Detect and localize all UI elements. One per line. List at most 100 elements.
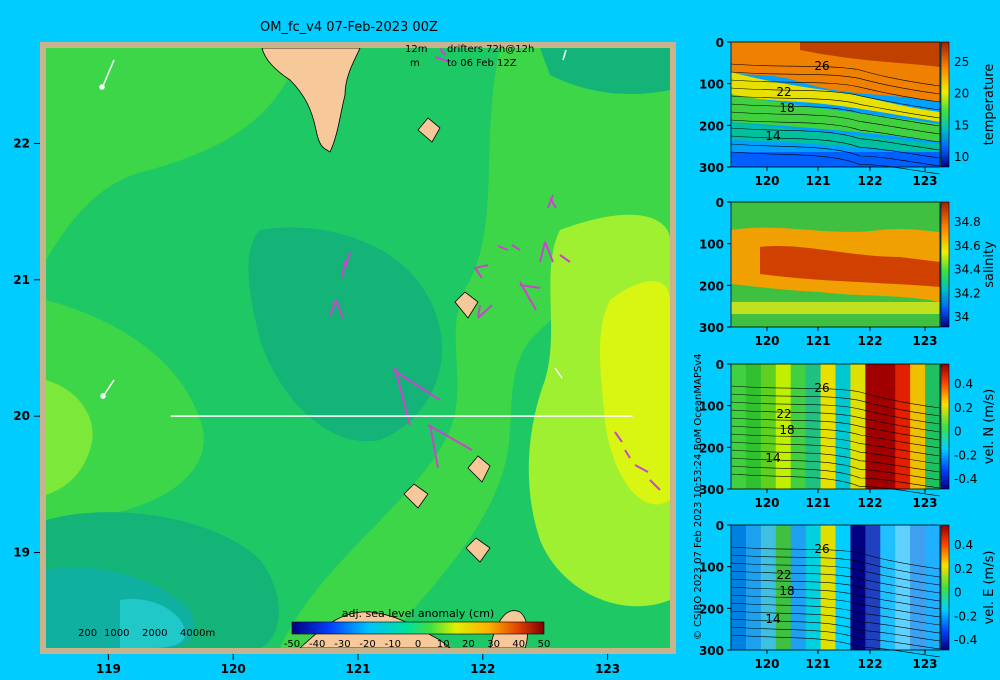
watermark-text: © CSIRO 2023 07 Feb 2023 10:53:24 BoM Oc… <box>693 353 704 641</box>
sla-colorbar-label: adj. sea level anomaly (cm) <box>342 607 494 620</box>
panel-colorbar-tick: 34.8 <box>954 215 981 229</box>
panel-colorbar-tick: 0 <box>954 586 962 600</box>
lon-tick-label: 122 <box>857 174 882 188</box>
sla-colorbar-tick: 40 <box>512 639 525 650</box>
lon-tick-label: 121 <box>805 334 830 348</box>
panel-colorbar-tick: 34.6 <box>954 239 981 253</box>
depth-tick-label: 0 <box>716 358 724 372</box>
contour-label: 22 <box>776 407 791 421</box>
drifter-legend-line1-left: 12m <box>405 44 427 55</box>
drifter-legend-line2-right: to 06 Feb 12Z <box>447 58 517 69</box>
contour-label: 14 <box>765 451 780 465</box>
sla-colorbar-tick: -30 <box>334 639 350 650</box>
panel-colorbar-tick: 0.4 <box>954 377 973 391</box>
lon-tick-label: 119 <box>96 662 121 676</box>
sla-colorbar-tick: -10 <box>385 639 401 650</box>
sla-colorbar-tick: -20 <box>359 639 375 650</box>
lon-tick-label: 123 <box>912 334 937 348</box>
panel-colorbar-tick: -0.2 <box>954 609 977 623</box>
panel-colorbar-tick: -0.2 <box>954 448 977 462</box>
contour-label: 18 <box>779 584 794 598</box>
contour-label: 26 <box>814 381 829 395</box>
lon-tick-label: 122 <box>857 334 882 348</box>
depth-tick-label: 300 <box>699 644 724 658</box>
depth-tick-label: 0 <box>716 36 724 50</box>
section-panel-velE: 262218140100200300120 121 122 1230.40.20-0.… <box>699 519 997 671</box>
panel-colorbar <box>940 363 950 490</box>
panel-colorbar <box>940 524 950 651</box>
contour-label: 22 <box>776 568 791 582</box>
panel-colorbar <box>940 41 950 168</box>
lon-tick-label: 121 <box>805 657 830 671</box>
contour-label: 18 <box>779 101 794 115</box>
lon-tick-label: 121 <box>345 662 370 676</box>
section-panel-temperature: 26 22 18 14 0 100 200 300 120 121 122 123 25 20 15 10 te… <box>699 36 997 188</box>
panel-colorbar-tick: 10 <box>954 150 969 164</box>
panel-ylabel: temperature <box>982 64 997 146</box>
depth-legend-item: 2000 <box>142 628 167 639</box>
lon-tick-label: 123 <box>912 657 937 671</box>
lat-tick-label: 22 <box>13 136 30 150</box>
contour-label: 26 <box>814 59 829 73</box>
contour-label: 14 <box>765 129 780 143</box>
sea-level-map <box>46 48 670 648</box>
panel-colorbar-tick: -0.4 <box>954 633 977 647</box>
sla-colorbar-tick: 10 <box>437 639 450 650</box>
lon-tick-label: 123 <box>912 174 937 188</box>
sla-colorbar-tick: -50 <box>284 639 300 650</box>
panel-colorbar-tick: 34.4 <box>954 263 981 277</box>
depth-tick-label: 300 <box>699 161 724 175</box>
panel-colorbar-tick: 0 <box>954 425 962 439</box>
panel-colorbar-tick: 0.2 <box>954 562 973 576</box>
depth-tick-label: 0 <box>716 196 724 210</box>
lon-tick-label: 121 <box>805 496 830 510</box>
lon-tick-label: 120 <box>754 657 779 671</box>
panel-colorbar-tick: 15 <box>954 118 969 132</box>
depth-tick-label: 100 <box>699 238 724 252</box>
contour-label: 14 <box>765 612 780 626</box>
lon-tick-label: 122 <box>857 496 882 510</box>
section-panel-salinity: 0100200300120 121 122 12334.834.634.434.234… <box>699 196 997 348</box>
drifter-legend-line1-right: drifters 72h@12h <box>447 44 534 55</box>
depth-legend-item: 200 <box>78 628 97 639</box>
lon-tick-label: 123 <box>595 662 620 676</box>
lat-tick-label: 19 <box>13 546 30 560</box>
sla-colorbar <box>291 621 545 635</box>
sla-colorbar-tick: 50 <box>538 639 551 650</box>
panel-colorbar-tick: 34.2 <box>954 286 981 300</box>
drifter-legend-line2-left: m <box>410 58 420 69</box>
lat-tick-label: 20 <box>13 409 30 423</box>
depth-tick-label: 100 <box>699 78 724 92</box>
panel-colorbar-tick: 34 <box>954 310 969 324</box>
lat-tick-label: 21 <box>13 273 30 287</box>
lon-tick-label: 122 <box>470 662 495 676</box>
panel-colorbar-tick: 0.2 <box>954 401 973 415</box>
lon-tick-label: 120 <box>754 174 779 188</box>
lon-tick-label: 123 <box>912 496 937 510</box>
depth-tick-label: 200 <box>699 119 724 133</box>
lon-tick-label: 120 <box>754 334 779 348</box>
lon-tick-label: 120 <box>754 496 779 510</box>
depth-tick-label: 0 <box>716 519 724 533</box>
panel-ylabel: vel. N (m/s) <box>982 389 997 464</box>
panel-ylabel: vel. E (m/s) <box>982 551 997 625</box>
lon-tick-label: 122 <box>857 657 882 671</box>
sla-colorbar-tick: -40 <box>309 639 325 650</box>
panel-colorbar-tick: 25 <box>954 55 969 69</box>
panel-ylabel: salinity <box>982 241 997 288</box>
depth-legend-item: 4000m <box>180 628 215 639</box>
depth-legend-item: 1000 <box>104 628 129 639</box>
lon-tick-label: 121 <box>805 174 830 188</box>
contour-label: 18 <box>779 423 794 437</box>
sla-colorbar-tick: 20 <box>462 639 475 650</box>
section-panel-velN: 262218140100200300120 121 122 1230.40.20-0.… <box>699 358 997 510</box>
lon-tick-label: 120 <box>221 662 246 676</box>
panel-colorbar-tick: 0.4 <box>954 538 973 552</box>
panel-colorbar-tick: 20 <box>954 87 969 101</box>
contour-label: 22 <box>776 85 791 99</box>
panel-colorbar <box>940 201 950 328</box>
panel-colorbar-tick: -0.4 <box>954 472 977 486</box>
sla-colorbar-tick: 30 <box>487 639 500 650</box>
figure-canvas: adj. sea level anomaly (cm) -50 -40 -30 -20… <box>13 36 997 676</box>
depth-tick-label: 200 <box>699 279 724 293</box>
